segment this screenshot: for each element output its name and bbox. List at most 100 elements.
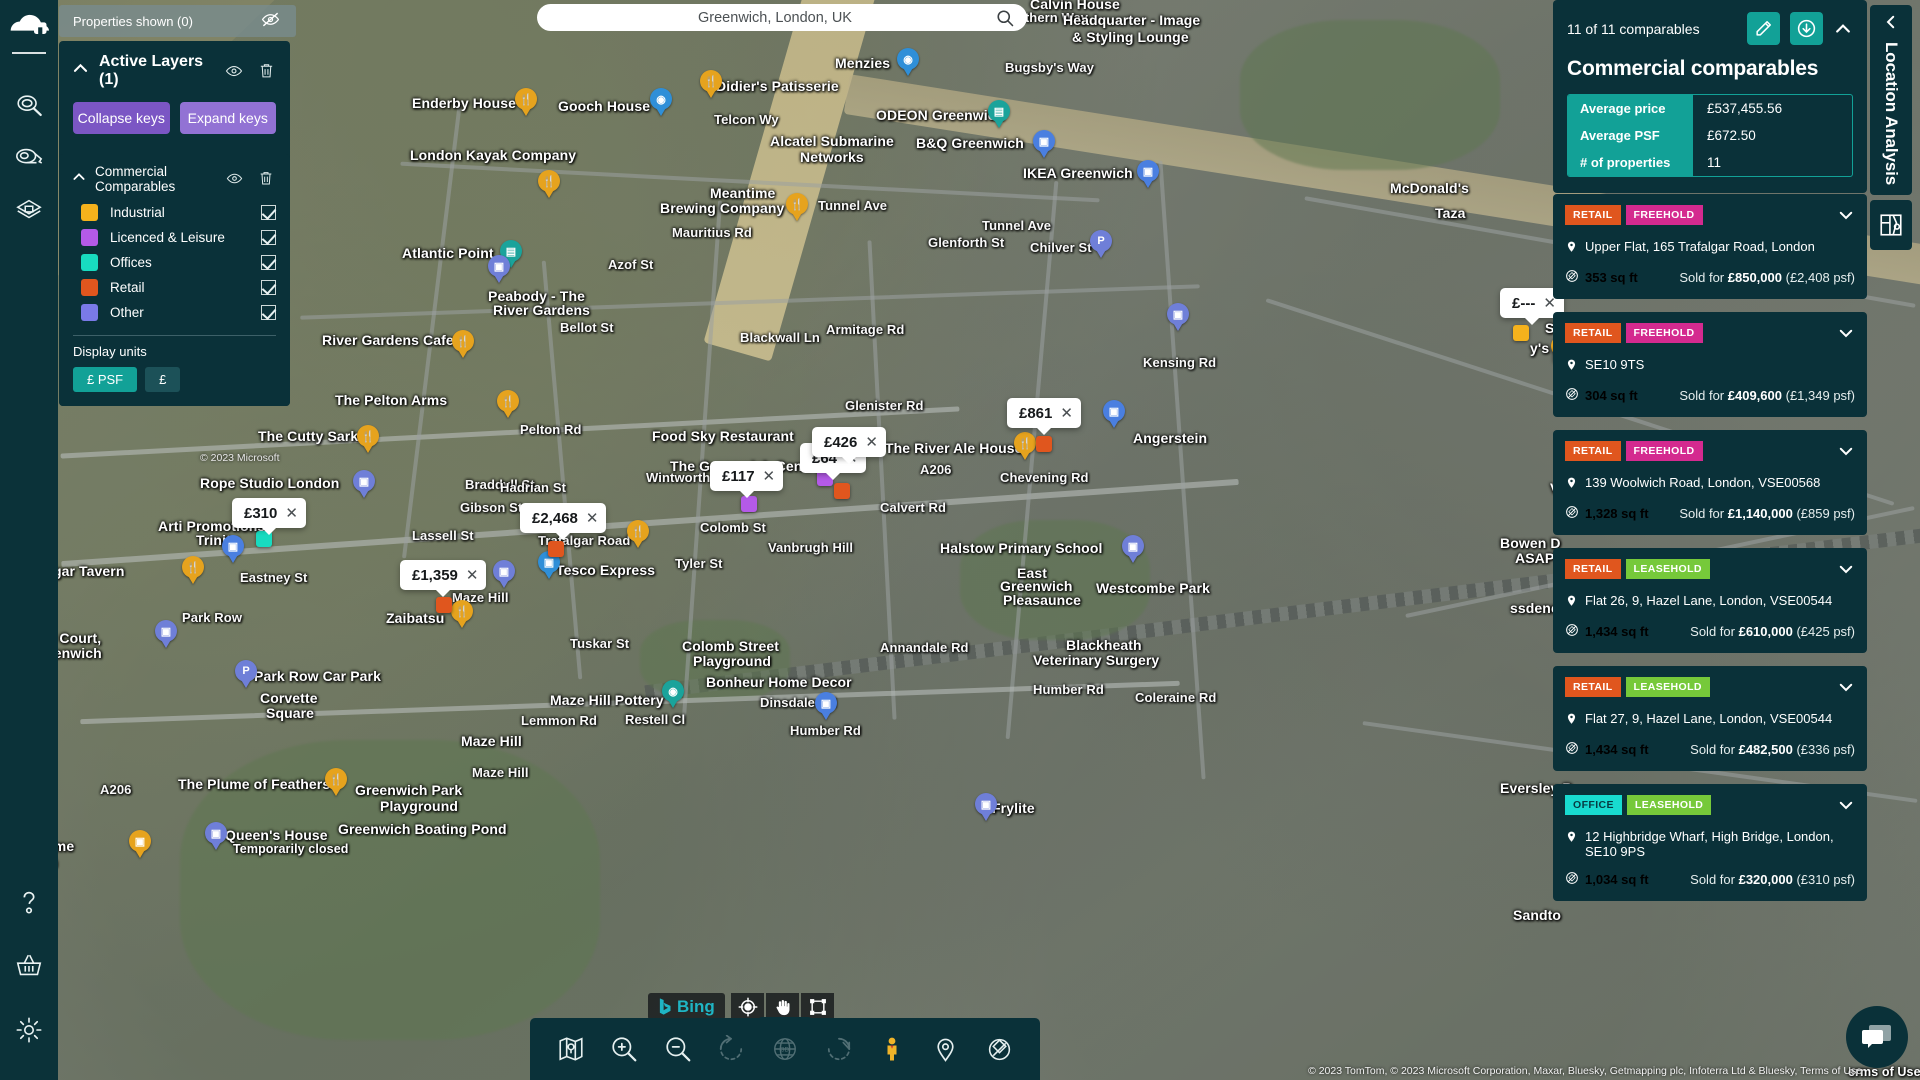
legend-row[interactable]: Other bbox=[59, 300, 290, 325]
measure-tape-icon[interactable] bbox=[7, 132, 51, 184]
close-icon[interactable]: ✕ bbox=[586, 511, 599, 526]
comparable-card[interactable]: RETAIL FREEHOLD Upper Flat, 165 Trafalgar … bbox=[1553, 194, 1867, 299]
location-pin-icon[interactable] bbox=[927, 1030, 965, 1068]
map-poi-pin[interactable]: 🍴 bbox=[497, 390, 519, 420]
location-analysis-tab[interactable]: Location Analysis bbox=[1870, 5, 1912, 195]
map-layers-icon[interactable] bbox=[552, 1030, 590, 1068]
map-poi-pin[interactable]: 🍴 bbox=[451, 600, 473, 630]
download-button[interactable] bbox=[1790, 12, 1823, 45]
location-analysis-map-icon-button[interactable] bbox=[1870, 200, 1912, 250]
legend-row[interactable]: Offices bbox=[59, 250, 290, 275]
map-poi-pin[interactable]: ◉ bbox=[662, 680, 684, 710]
chat-support-button[interactable] bbox=[1846, 1006, 1908, 1068]
close-icon[interactable]: ✕ bbox=[466, 568, 479, 583]
legend-row[interactable]: Licenced & Leisure bbox=[59, 225, 290, 250]
map-poi-pin[interactable]: 🍴 bbox=[700, 70, 722, 100]
close-icon[interactable]: ✕ bbox=[285, 506, 298, 521]
map-poi-pin[interactable]: 🍴 bbox=[786, 193, 808, 223]
search-input[interactable]: Greenwich, London, UK bbox=[555, 10, 995, 26]
eye-icon[interactable] bbox=[226, 170, 244, 188]
expand-card-chevron-icon[interactable] bbox=[1837, 206, 1855, 224]
close-icon[interactable]: ✕ bbox=[763, 469, 776, 484]
map-comparable-marker[interactable] bbox=[741, 496, 757, 512]
bing-logo[interactable]: Bing bbox=[648, 993, 725, 1020]
map-price-bubble[interactable]: £861 ✕ bbox=[1007, 398, 1081, 428]
map-comparable-marker[interactable] bbox=[834, 483, 850, 499]
search-bar[interactable]: Greenwich, London, UK bbox=[537, 4, 1027, 31]
sidebar-logo[interactable] bbox=[9, 12, 49, 46]
map-poi-pin[interactable]: ▣ bbox=[1167, 303, 1189, 333]
legend-checkbox[interactable] bbox=[261, 230, 276, 245]
expand-card-chevron-icon[interactable] bbox=[1837, 324, 1855, 342]
comparable-card[interactable]: RETAIL FREEHOLD SE10 9TS 304 sq ft Sold for … bbox=[1553, 312, 1867, 417]
map-poi-pin[interactable]: 🍴 bbox=[538, 170, 560, 200]
map-comparable-marker[interactable] bbox=[436, 597, 452, 613]
zoom-out-icon[interactable] bbox=[659, 1030, 697, 1068]
map-price-bubble[interactable]: £310 ✕ bbox=[232, 498, 306, 528]
map-poi-pin[interactable]: 🍴 bbox=[627, 520, 649, 550]
map-price-bubble[interactable]: £2,468 ✕ bbox=[520, 503, 607, 533]
map-price-bubble[interactable]: £117 ✕ bbox=[710, 461, 784, 491]
map-comparable-marker[interactable] bbox=[548, 541, 564, 557]
search-icon[interactable] bbox=[995, 8, 1015, 28]
measure-off-icon[interactable] bbox=[980, 1030, 1018, 1068]
map-poi-pin[interactable]: ◉ bbox=[897, 48, 919, 78]
map-poi-pin[interactable]: ◉ bbox=[650, 88, 672, 118]
comparable-card[interactable]: OFFICE LEASEHOLD 12 Highbridge Wharf, High… bbox=[1553, 784, 1867, 901]
map-poi-pin[interactable]: ▣ bbox=[155, 620, 177, 650]
comparables-list[interactable]: RETAIL FREEHOLD Upper Flat, 165 Trafalgar … bbox=[1553, 194, 1867, 1080]
active-layers-header[interactable]: Active Layers (1) bbox=[59, 53, 290, 89]
help-icon[interactable] bbox=[7, 876, 51, 928]
chevron-up-icon[interactable] bbox=[71, 169, 87, 190]
map-poi-pin[interactable]: ▣ bbox=[353, 470, 375, 500]
streetside-pegman-icon[interactable] bbox=[873, 1030, 911, 1068]
locate-me-icon[interactable] bbox=[731, 993, 764, 1020]
comparable-card[interactable]: RETAIL LEASEHOLD Flat 26, 9, Hazel Lane, L… bbox=[1553, 548, 1867, 653]
legend-checkbox[interactable] bbox=[261, 305, 276, 320]
delete-trash-icon[interactable] bbox=[258, 62, 276, 80]
basket-icon[interactable] bbox=[7, 940, 51, 992]
map-poi-pin[interactable]: 🍴 bbox=[515, 88, 537, 118]
select-area-icon[interactable] bbox=[801, 993, 834, 1020]
map-poi-pin[interactable]: P bbox=[1090, 230, 1112, 260]
map-comparable-marker[interactable] bbox=[1513, 325, 1529, 341]
map-price-bubble[interactable]: £426 ✕ bbox=[812, 427, 886, 457]
pan-hand-icon[interactable] bbox=[766, 993, 799, 1020]
close-icon[interactable]: ✕ bbox=[865, 435, 878, 450]
properties-shown-bar[interactable]: Properties shown (0) bbox=[59, 5, 296, 37]
legend-row[interactable]: Industrial bbox=[59, 200, 290, 225]
rotate-left-icon[interactable] bbox=[712, 1030, 750, 1068]
legend-row[interactable]: Retail bbox=[59, 275, 290, 300]
map-poi-pin[interactable]: 🍴 bbox=[452, 330, 474, 360]
expand-card-chevron-icon[interactable] bbox=[1837, 678, 1855, 696]
map-poi-pin[interactable]: ▣ bbox=[975, 793, 997, 823]
expand-card-chevron-icon[interactable] bbox=[1837, 796, 1855, 814]
map-poi-pin[interactable]: ▤ bbox=[988, 100, 1010, 130]
globe-3d-icon[interactable]: 3D bbox=[766, 1030, 804, 1068]
map-poi-pin[interactable]: 🍴 bbox=[325, 768, 347, 798]
expand-card-chevron-icon[interactable] bbox=[1837, 442, 1855, 460]
map-poi-pin[interactable]: ▣ bbox=[488, 255, 510, 285]
search-magnifier-icon[interactable] bbox=[7, 80, 51, 132]
legend-checkbox[interactable] bbox=[261, 205, 276, 220]
expand-card-chevron-icon[interactable] bbox=[1837, 560, 1855, 578]
3d-building-icon[interactable] bbox=[7, 184, 51, 236]
map-poi-pin[interactable]: 🍴 bbox=[182, 556, 204, 586]
map-poi-pin[interactable]: 🍴 bbox=[357, 425, 379, 455]
map-price-bubble[interactable]: £1,359 ✕ bbox=[400, 560, 487, 590]
map-poi-pin[interactable]: ▣ bbox=[493, 560, 515, 590]
map-poi-pin[interactable]: 🍴 bbox=[1014, 432, 1036, 462]
eye-icon[interactable] bbox=[225, 62, 243, 80]
map-poi-pin[interactable]: P bbox=[235, 660, 257, 690]
map-poi-pin[interactable]: ▣ bbox=[129, 830, 151, 860]
legend-checkbox[interactable] bbox=[261, 255, 276, 270]
rotate-right-icon[interactable] bbox=[820, 1030, 858, 1068]
map-poi-pin[interactable]: ▣ bbox=[222, 535, 244, 565]
eye-off-icon[interactable] bbox=[261, 10, 280, 32]
unit-psf-button[interactable]: £ PSF bbox=[73, 367, 138, 392]
comparable-card[interactable]: RETAIL FREEHOLD 139 Woolwich Road, London,… bbox=[1553, 430, 1867, 535]
map-poi-pin[interactable]: ▣ bbox=[815, 692, 837, 722]
map-poi-pin[interactable]: ▣ bbox=[1103, 400, 1125, 430]
edit-pencil-button[interactable] bbox=[1747, 12, 1780, 45]
zoom-in-icon[interactable] bbox=[605, 1030, 643, 1068]
